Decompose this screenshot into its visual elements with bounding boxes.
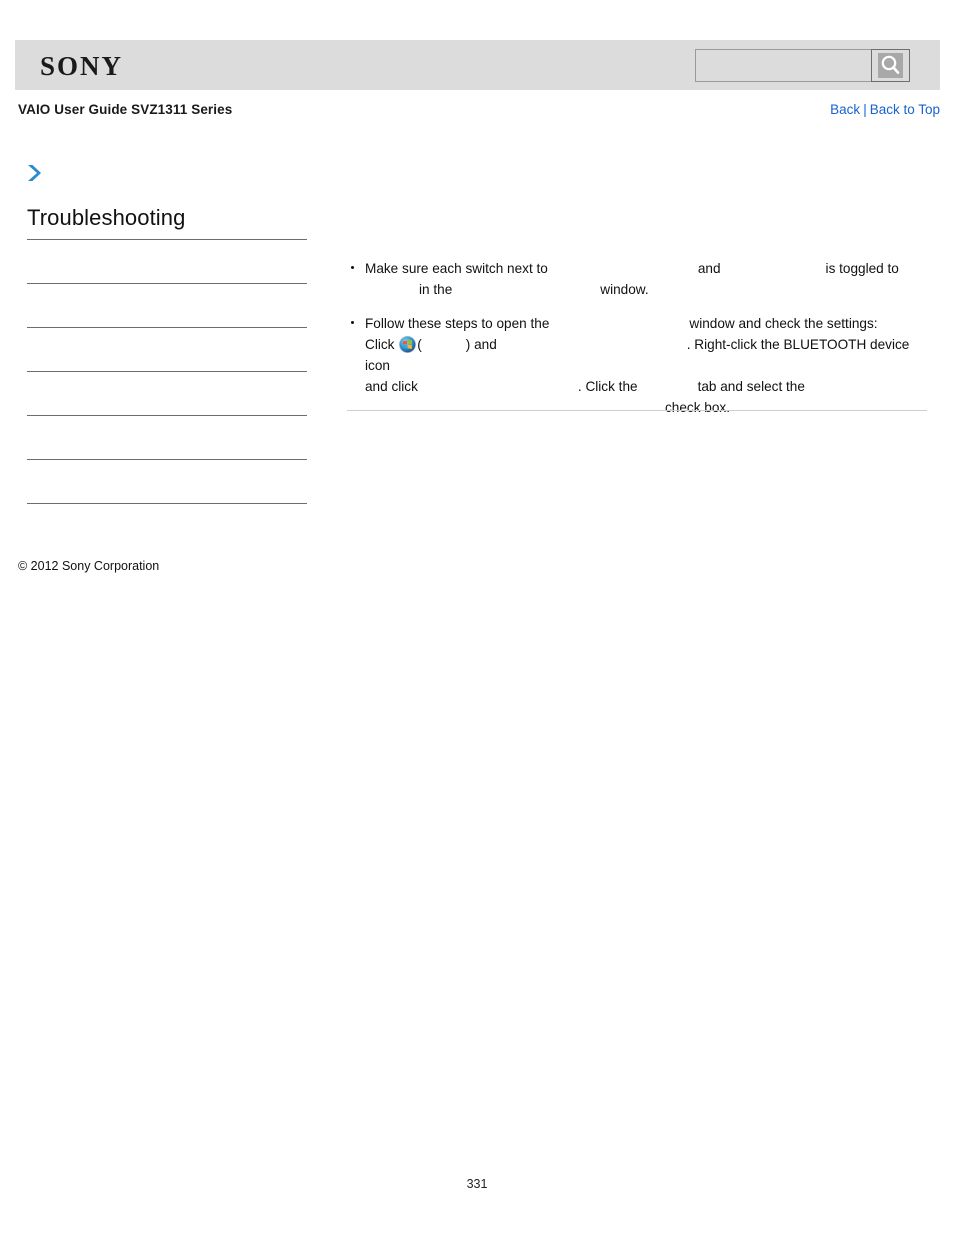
troubleshooting-bullet-list: Make sure each switch next to and is toggl… [347, 258, 927, 418]
sidebar-item-2[interactable] [27, 284, 307, 328]
site-header-bar: SONY [15, 40, 940, 90]
sidebar-item-3[interactable] [27, 328, 307, 372]
sidebar-item-6[interactable] [27, 460, 307, 504]
sidebar-title: Troubleshooting [27, 205, 186, 230]
bullet-text-b: and [697, 261, 721, 276]
sidebar-navigation: Troubleshooting [27, 205, 307, 504]
search-button[interactable] [871, 49, 910, 82]
document-page: SONY VAIO User Guide SVZ1311 Series Back… [0, 0, 954, 1235]
bullet-text-g: and click [365, 379, 418, 394]
bullet-text-d: ( [417, 337, 422, 352]
page-number: 331 [466, 1177, 488, 1191]
sidebar-item-1[interactable] [27, 240, 307, 284]
open-window-steps-bullet: Follow these steps to open the window and… [347, 313, 927, 418]
sidebar-item-5[interactable] [27, 416, 307, 460]
bullet-text-h: . Click the [577, 379, 638, 394]
bullet-text-d: in the [419, 282, 453, 297]
content-bottom-rule [347, 410, 927, 411]
bullet-text-e: window. [600, 282, 649, 297]
document-title: VAIO User Guide SVZ1311 Series [18, 102, 233, 117]
bullet-text-c: Click [365, 337, 395, 352]
bullet-text-a: Follow these steps to open the [365, 316, 550, 331]
back-to-top-link[interactable]: Back to Top [870, 102, 940, 117]
back-link[interactable]: Back [830, 102, 860, 117]
main-content: Make sure each switch next to and is toggl… [347, 258, 927, 431]
sony-logo: SONY [40, 51, 124, 81]
sidebar-item-4[interactable] [27, 372, 307, 416]
bullet-text-f: . Right-click the BLUETOOTH device icon [365, 337, 910, 373]
chevron-right-icon[interactable] [25, 163, 43, 183]
bullet-text-e: ) and [465, 337, 497, 352]
search-input[interactable] [695, 49, 871, 82]
bullet-text-a: Make sure each switch next to [365, 261, 548, 276]
search-area [695, 49, 910, 82]
search-icon [878, 53, 903, 78]
bullet-text-b: window and check the settings: [689, 316, 878, 331]
windows-start-orb-icon [399, 336, 417, 353]
nav-separator: | [863, 102, 867, 117]
bullet-text-i: tab and select the [697, 379, 805, 394]
copyright-notice: © 2012 Sony Corporation [18, 559, 160, 573]
bullet-text-c: is toggled to [825, 261, 899, 276]
switch-toggle-bullet: Make sure each switch next to and is toggl… [347, 258, 927, 300]
header-nav-links: Back | Back to Top [830, 102, 940, 117]
bullet-text-j: check box. [665, 400, 730, 415]
